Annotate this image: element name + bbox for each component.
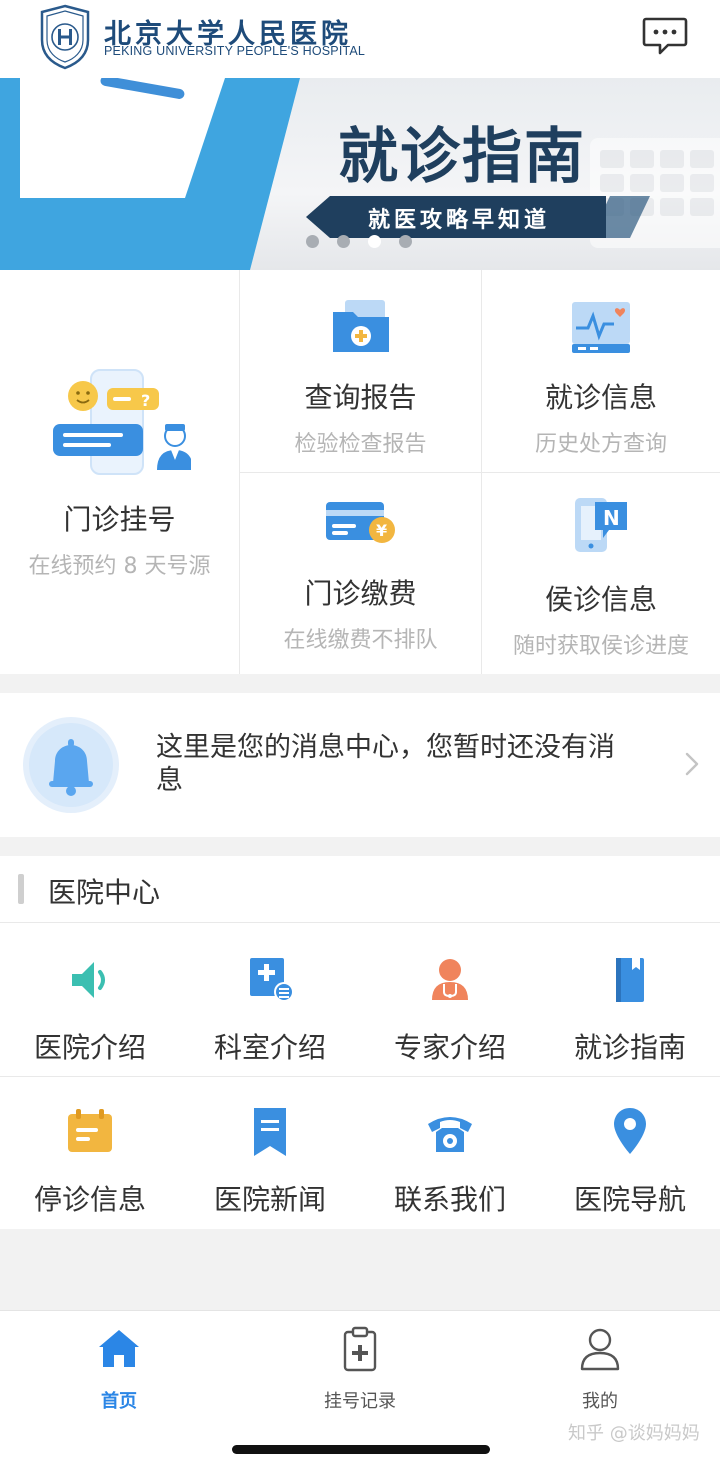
hc-item-contact-us[interactable]: 联系我们 — [360, 1104, 540, 1218]
app-screen: 北京大学人民医院 PEKING UNIVERSITY PEOPLE'S HOSP… — [0, 0, 720, 1469]
service-title: 门诊挂号 — [63, 503, 176, 536]
hc-item-hospital-news[interactable]: 医院新闻 — [180, 1104, 360, 1218]
hc-item-label: 专家介绍 — [393, 1031, 506, 1064]
chat-bubble-icon[interactable] — [642, 16, 688, 56]
hospital-name-en: PEKING UNIVERSITY PEOPLE'S HOSPITAL — [104, 44, 366, 58]
medical-folder-icon — [332, 300, 389, 352]
bell-icon-wrap — [23, 717, 119, 813]
speaker-icon — [72, 962, 105, 998]
health-monitor-icon — [572, 302, 630, 353]
bottom-tab-bar: 首页 挂号记录 我的 知乎 @谈妈妈妈 — [0, 1310, 720, 1469]
telephone-icon — [428, 1117, 472, 1152]
header: 北京大学人民医院 PEKING UNIVERSITY PEOPLE'S HOSP… — [0, 0, 720, 78]
doctor-icon — [432, 959, 468, 1000]
service-subtitle: 在线缴费不排队 — [283, 628, 438, 653]
carousel-dot[interactable] — [399, 235, 412, 248]
service-subtitle: 随时获取侯诊进度 — [512, 634, 689, 659]
hc-item-expert-intro[interactable]: 专家介绍 — [360, 952, 540, 1066]
chat-doctor-icon: ? — [52, 369, 191, 475]
service-visit-info[interactable]: 就诊信息 历史处方查询 — [482, 298, 720, 458]
service-title: 侯诊信息 — [544, 583, 657, 616]
banner-title: 就诊指南 — [338, 122, 586, 192]
location-pin-icon — [614, 1108, 646, 1154]
message-center[interactable]: 这里是您的消息中心，您暂时还没有消息 — [0, 693, 720, 837]
service-report[interactable]: 查询报告 检验检查报告 — [240, 298, 481, 458]
tab-label: 我的 — [582, 1391, 618, 1412]
hc-item-hospital-intro[interactable]: 医院介绍 — [0, 952, 180, 1066]
hc-item-label: 科室介绍 — [213, 1031, 326, 1064]
department-icon — [250, 958, 294, 1002]
service-title: 查询报告 — [304, 381, 417, 414]
home-indicator[interactable] — [232, 1445, 490, 1454]
chevron-right-icon — [685, 752, 699, 776]
carousel-indicator — [306, 235, 412, 248]
svg-text:?: ? — [141, 391, 150, 410]
tab-mine[interactable]: 我的 — [530, 1325, 670, 1413]
service-title: 门诊缴费 — [304, 577, 417, 610]
carousel-dot[interactable] — [306, 235, 319, 248]
service-subtitle: 历史处方查询 — [534, 432, 667, 457]
service-queue[interactable]: N 侯诊信息 随时获取侯诊进度 — [482, 494, 720, 660]
service-subtitle: 检验检查报告 — [294, 432, 427, 457]
tab-label: 挂号记录 — [324, 1391, 396, 1412]
svg-text:N: N — [603, 506, 620, 530]
hc-item-suspension-info[interactable]: 停诊信息 — [0, 1104, 180, 1218]
bookmark-news-icon — [254, 1108, 286, 1156]
hc-item-label: 医院导航 — [573, 1183, 686, 1216]
watermark: 知乎 @谈妈妈妈 — [568, 1423, 700, 1444]
tab-label: 首页 — [101, 1391, 137, 1412]
svg-text:¥: ¥ — [376, 521, 387, 540]
hc-item-department-intro[interactable]: 科室介绍 — [180, 952, 360, 1066]
hc-item-label: 就诊指南 — [573, 1031, 686, 1064]
guide-book-icon — [616, 958, 644, 1002]
carousel-dot-active[interactable] — [368, 235, 381, 248]
hc-item-label: 医院介绍 — [33, 1031, 146, 1064]
user-icon — [580, 1328, 620, 1371]
payment-card-icon: ¥ — [325, 502, 395, 543]
divider — [0, 1076, 720, 1077]
service-subtitle: 在线预约 8 天号源 — [28, 554, 211, 579]
service-title: 就诊信息 — [544, 381, 657, 414]
calendar-icon — [68, 1109, 112, 1152]
hospital-emblem-icon — [40, 4, 90, 70]
divider — [0, 922, 720, 923]
hc-item-hospital-navigation[interactable]: 医院导航 — [540, 1104, 720, 1218]
service-payment[interactable]: ¥ 门诊缴费 在线缴费不排队 — [240, 498, 481, 654]
banner-carousel[interactable]: 就诊指南 就医攻略早知道 — [0, 78, 720, 270]
hc-item-label: 停诊信息 — [33, 1183, 146, 1216]
section-marker — [18, 874, 24, 904]
divider — [240, 472, 720, 473]
section-title: 医院中心 — [48, 876, 161, 909]
tab-registration-records[interactable]: 挂号记录 — [290, 1325, 430, 1413]
hc-item-visit-guide[interactable]: 就诊指南 — [540, 952, 720, 1066]
message-center-text: 这里是您的消息中心，您暂时还没有消息 — [156, 732, 615, 796]
hospital-center: 医院中心 医院介绍 科室介绍 专家介绍 就诊指南 停诊信息 医院新闻 联系我们 … — [0, 856, 720, 1229]
clipboard-icon — [343, 1326, 377, 1372]
notification-phone-icon: N — [575, 498, 627, 552]
home-icon — [99, 1330, 139, 1367]
banner-subtitle: 就医攻略早知道 — [368, 208, 551, 233]
service-grid: ? 门诊挂号 在线预约 8 天号源 查询报告 检验检查报告 就诊信息 历史处方查… — [0, 270, 720, 674]
hc-item-label: 医院新闻 — [213, 1183, 326, 1216]
service-registration[interactable]: ? 门诊挂号 在线预约 8 天号源 — [0, 364, 239, 580]
bell-icon — [29, 723, 113, 807]
hc-item-label: 联系我们 — [393, 1183, 506, 1216]
tab-home[interactable]: 首页 — [49, 1325, 189, 1413]
carousel-dot[interactable] — [337, 235, 350, 248]
